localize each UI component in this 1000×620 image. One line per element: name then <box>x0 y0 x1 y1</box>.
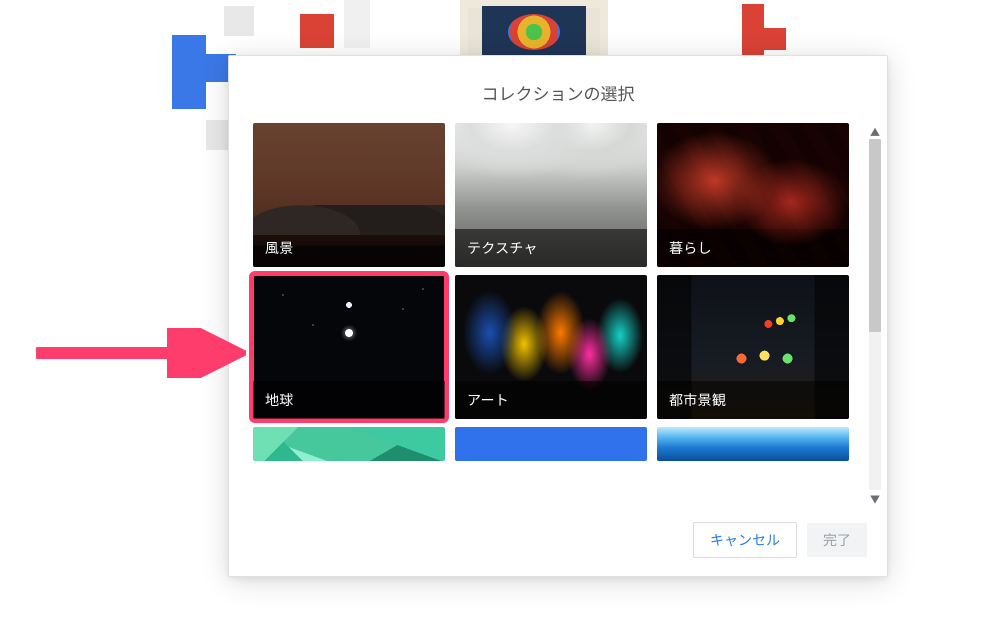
tile-label: 暮らし <box>657 229 849 267</box>
collection-tile-texture[interactable]: テクスチャ <box>455 123 647 267</box>
collection-tile-landscape[interactable]: 風景 <box>253 123 445 267</box>
collection-grid: 風景 テクスチャ 暮らし 地球 アート 都市景観 <box>253 123 863 461</box>
tile-label: テクスチャ <box>455 229 647 267</box>
collection-scroll-area: 風景 テクスチャ 暮らし 地球 アート 都市景観 ▲ <box>229 123 887 506</box>
tile-label: 地球 <box>253 381 445 419</box>
dialog-footer: キャンセル 完了 <box>229 506 887 576</box>
collection-tile-cityscape[interactable]: 都市景観 <box>657 275 849 419</box>
scroll-thumb[interactable] <box>869 139 881 332</box>
scroll-down-icon[interactable]: ▼ <box>867 490 883 506</box>
scroll-track[interactable] <box>869 139 881 490</box>
scrollbar[interactable]: ▲ ▼ <box>867 123 883 506</box>
collection-tile-partial-2[interactable] <box>455 427 647 461</box>
dialog-title: コレクションの選択 <box>229 56 887 123</box>
collection-tile-partial-3[interactable] <box>657 427 849 461</box>
collection-tile-art[interactable]: アート <box>455 275 647 419</box>
collection-select-dialog: コレクションの選択 風景 テクスチャ 暮らし 地球 アート 都市景観 <box>228 55 888 577</box>
collection-tile-partial-1[interactable] <box>253 427 445 461</box>
done-button[interactable]: 完了 <box>807 523 867 557</box>
scroll-up-icon[interactable]: ▲ <box>867 123 883 139</box>
collection-tile-living[interactable]: 暮らし <box>657 123 849 267</box>
tile-label: 風景 <box>253 229 445 267</box>
collection-tile-earth[interactable]: 地球 <box>253 275 445 419</box>
tile-label: 都市景観 <box>657 381 849 419</box>
tile-label: アート <box>455 381 647 419</box>
cancel-button[interactable]: キャンセル <box>693 522 797 558</box>
